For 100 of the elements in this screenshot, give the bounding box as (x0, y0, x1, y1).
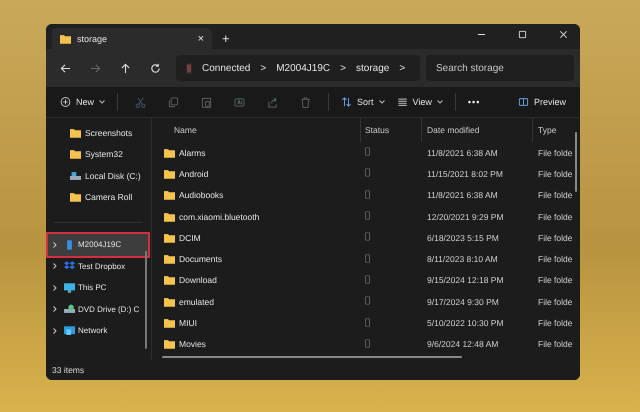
date-cell-text: 8/11/2023 8:10 AM (426, 254, 499, 264)
table-row[interactable]: Documents 8/11/2023 8:10 AM File folde (152, 248, 580, 270)
table-row[interactable]: Audiobooks 11/8/2021 6:38 AM File folde (152, 184, 580, 206)
column-header[interactable]: Status (361, 118, 422, 142)
folder-icon (164, 275, 175, 286)
sidebar-item[interactable]: Screenshots (48, 122, 145, 144)
type-cell-text: File folde (537, 339, 573, 350)
up-arrow-icon[interactable] (120, 62, 131, 74)
breadcrumb-item[interactable]: M2004J19C (276, 62, 330, 74)
file-name: Alarms (179, 148, 206, 158)
sidebar-item-label: Screenshots (85, 128, 132, 138)
chevron-icon[interactable] (53, 328, 57, 334)
breadcrumb-item[interactable]: Connected (202, 62, 250, 74)
preview-button[interactable]: Preview (512, 94, 572, 110)
sidebar-item[interactable]: Camera Roll (48, 186, 145, 208)
sidebar-item[interactable]: Local Disk (C:) (48, 165, 145, 186)
folder-icon (164, 190, 175, 200)
back-arrow-icon[interactable] (60, 62, 71, 74)
sidebar-item-label: M2004J19C (78, 240, 122, 250)
view-button[interactable]: View (390, 94, 449, 110)
sort-button[interactable]: Sort (335, 94, 391, 110)
table-row[interactable]: Movies 9/6/2024 12:48 AM File folde (152, 334, 580, 355)
phone-icon (186, 62, 192, 74)
folder-icon (164, 232, 175, 243)
date-cell-text: 12/20/2021 9:29 PM (426, 212, 505, 222)
type-cell-text: File folde (537, 190, 573, 200)
type-cell-text: File folde (537, 168, 573, 179)
status-icon (365, 254, 370, 263)
chevron-icon[interactable] (53, 263, 57, 270)
scrollbar[interactable] (575, 132, 577, 192)
plus-circle-icon (60, 97, 71, 107)
sidebar-item[interactable]: This PC (48, 277, 148, 298)
breadcrumb-separator[interactable]: > (399, 62, 406, 74)
table-row[interactable]: com.xiaomi.bluetooth 12/20/2021 9:29 PM File folde (152, 206, 580, 228)
sidebar-item[interactable]: Test Dropbox (48, 256, 148, 277)
new-button[interactable]: New (54, 94, 112, 110)
type-cell-text: File folde (537, 275, 573, 286)
chevron-icon[interactable] (53, 284, 57, 291)
window-tab[interactable]: storage × (52, 28, 212, 49)
phone-icon (64, 240, 75, 250)
file-name: MIUI (179, 318, 197, 328)
table-row[interactable]: Alarms 11/8/2021 6:38 AM File folde (152, 142, 580, 164)
table-row[interactable]: DCIM 6/18/2023 5:15 PM File folde (152, 227, 580, 248)
sidebar-item-label: Test Dropbox (78, 262, 126, 271)
breadcrumb-item[interactable]: storage (356, 62, 390, 74)
table-row[interactable]: Android 11/15/2021 8:02 PM File folde (152, 163, 580, 185)
column-header[interactable]: Type (533, 118, 573, 142)
close-icon[interactable] (559, 30, 568, 39)
tab-close-button[interactable]: × (198, 32, 204, 44)
type-cell-text: File folde (537, 232, 573, 243)
forward-arrow-icon[interactable] (90, 62, 101, 74)
column-header[interactable]: Date modified (422, 118, 533, 142)
folder-icon (164, 318, 175, 328)
folder-icon (164, 148, 175, 158)
breadcrumb-separator[interactable]: > (340, 62, 346, 74)
tab-title: storage (77, 34, 108, 44)
sidebar-item-label: System32 (85, 149, 123, 160)
file-name: Movies (179, 339, 206, 350)
date-cell-text: 11/8/2021 6:38 AM (426, 148, 499, 158)
breadcrumb-separator[interactable]: > (260, 62, 266, 74)
folder-icon (70, 128, 81, 138)
new-tab-button[interactable]: + (222, 31, 230, 46)
folder-icon (60, 34, 71, 44)
file-name: Download (179, 275, 217, 286)
file-name: com.xiaomi.bluetooth (179, 212, 260, 222)
scrollbar[interactable] (145, 251, 147, 349)
preview-pane-icon (518, 97, 529, 107)
type-cell-text: File folde (537, 212, 573, 222)
sidebar-item[interactable]: M2004J19C (48, 234, 148, 256)
scrollbar[interactable] (162, 356, 462, 358)
sidebar-item-label: Camera Roll (85, 192, 132, 202)
column-header[interactable]: Name (152, 118, 361, 142)
chevron-icon[interactable] (53, 306, 57, 312)
sidebar-item[interactable]: DVD Drive (D:) C (48, 298, 148, 320)
sidebar-item[interactable]: System32 (48, 144, 145, 165)
network-icon (64, 326, 75, 336)
status-icon (365, 168, 370, 178)
chevron-icon[interactable] (53, 242, 57, 248)
caret-icon (436, 100, 443, 104)
sidebar-item-label: Local Disk (C:) (85, 170, 141, 181)
table-row[interactable]: MIUI 5/10/2022 10:30 PM File folde (152, 312, 580, 334)
status-icon (365, 147, 370, 156)
address-bar[interactable]: Connected > M2004J19C > storage > (176, 55, 420, 81)
type-cell-text: File folde (537, 318, 573, 328)
table-row[interactable]: Download 9/15/2024 12:18 PM File folde (152, 270, 580, 292)
status-icon (365, 190, 370, 199)
status-icon (365, 338, 370, 348)
date-cell-text: 6/18/2023 5:15 PM (426, 232, 500, 243)
maximize-icon[interactable] (518, 30, 527, 39)
date-cell-text: 9/17/2024 9:30 PM (426, 296, 500, 307)
monitor-icon (64, 282, 75, 293)
date-cell-text: 11/15/2021 8:02 PM (426, 168, 504, 179)
more-options-button[interactable]: ••• (462, 94, 486, 110)
folder-icon (164, 254, 175, 264)
sort-arrows-icon (341, 97, 352, 107)
refresh-icon[interactable] (150, 62, 161, 74)
search-field[interactable]: Search storage (426, 55, 574, 81)
sidebar-item[interactable]: Network (48, 320, 148, 342)
caret-icon (378, 100, 385, 104)
table-row[interactable]: emulated 9/17/2024 9:30 PM File folde (152, 291, 580, 312)
